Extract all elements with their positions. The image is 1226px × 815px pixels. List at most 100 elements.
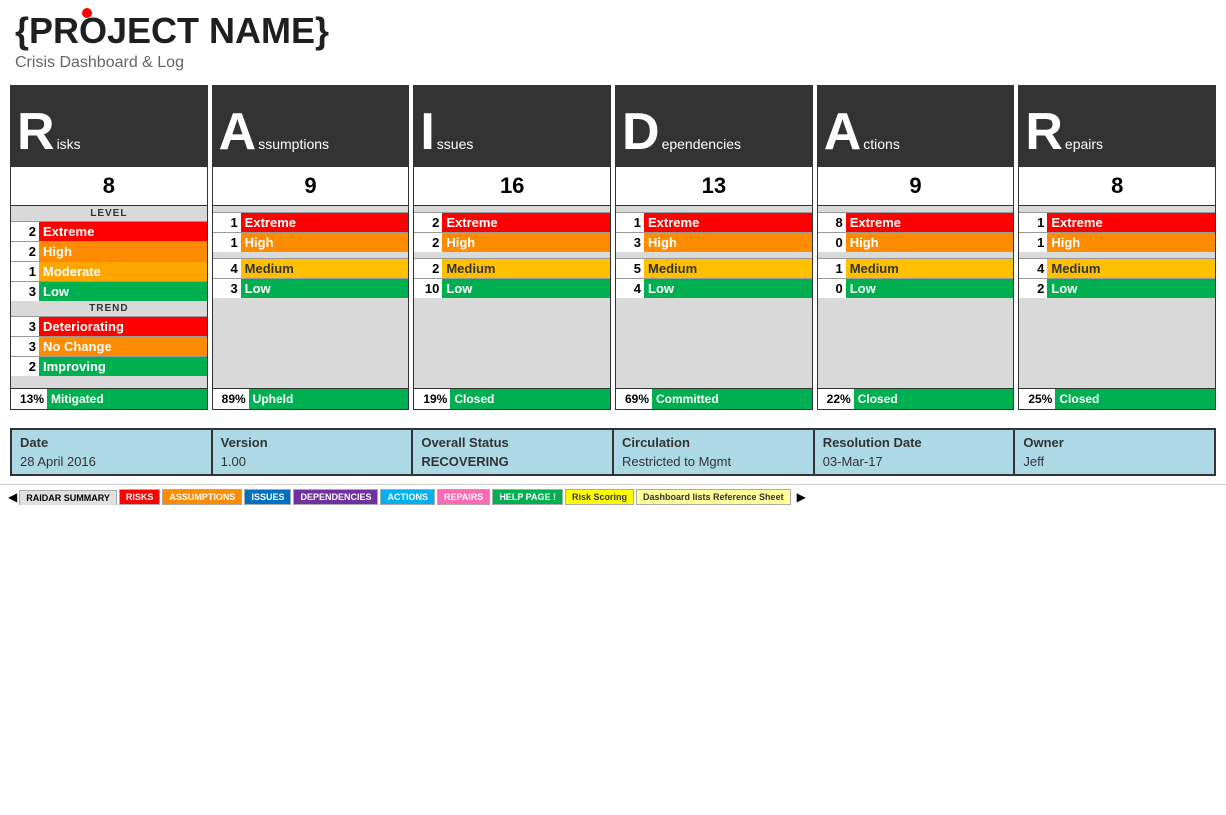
tab-issues[interactable]: ISSUES	[244, 489, 291, 505]
tab-help[interactable]: HELP PAGE !	[492, 489, 563, 505]
repairs-high-row: 1 High	[1019, 232, 1215, 252]
risks-low-row: 3 Low	[11, 281, 207, 301]
assumptions-extreme-label: Extreme	[241, 213, 409, 232]
risks-improving-count: 2	[11, 357, 39, 376]
dependencies-high-row: 3 High	[616, 232, 812, 252]
raidar-grid: R isks 8 LEVEL 2 Extreme 2 High 1 Modera…	[0, 77, 1226, 418]
info-resolution-label: Resolution Date	[821, 434, 1008, 451]
col-repairs-header: R epairs	[1019, 86, 1215, 166]
col-repairs-word: epairs	[1065, 136, 1103, 158]
tab-risks[interactable]: RISKS	[119, 489, 161, 505]
assumptions-high-label: High	[241, 233, 409, 252]
tab-dashboard-reference[interactable]: Dashboard lists Reference Sheet	[636, 489, 791, 505]
col-dependencies-letter: D	[622, 106, 660, 158]
actions-low-row: 0 Low	[818, 278, 1014, 298]
issues-medium-count: 2	[414, 259, 442, 278]
assumptions-high-row: 1 High	[213, 232, 409, 252]
col-risks: R isks 8 LEVEL 2 Extreme 2 High 1 Modera…	[10, 85, 208, 410]
info-date-cell: Date 28 April 2016	[12, 430, 213, 474]
info-circulation-cell: Circulation Restricted to Mgmt	[614, 430, 815, 474]
col-issues-header: I ssues	[414, 86, 610, 166]
assumptions-high-count: 1	[213, 233, 241, 252]
col-assumptions-count: 9	[213, 166, 409, 206]
info-circulation-value: Restricted to Mgmt	[620, 453, 807, 470]
dependencies-extreme-count: 1	[616, 213, 644, 232]
risks-extreme-row: 2 Extreme	[11, 221, 207, 241]
risks-pct-row: 13% Mitigated	[11, 388, 207, 409]
dependencies-pct-value: 69%	[616, 389, 652, 409]
actions-medium-row: 1 Medium	[818, 258, 1014, 278]
assumptions-low-row: 3 Low	[213, 278, 409, 298]
risks-extreme-label: Extreme	[39, 222, 207, 241]
dependencies-medium-row: 5 Medium	[616, 258, 812, 278]
issues-pct-label: Closed	[450, 389, 610, 409]
project-subtitle: Crisis Dashboard & Log	[15, 54, 1211, 72]
assumptions-medium-label: Medium	[241, 259, 409, 278]
repairs-medium-row: 4 Medium	[1019, 258, 1215, 278]
risks-high-row: 2 High	[11, 241, 207, 261]
col-assumptions-header: A ssumptions	[213, 86, 409, 166]
col-dependencies-header: D ependencies	[616, 86, 812, 166]
repairs-low-label: Low	[1047, 279, 1215, 298]
tab-raidar-summary[interactable]: RAIDAR SUMMARY	[19, 490, 117, 505]
col-risks-count: 8	[11, 166, 207, 206]
issues-extreme-row: 2 Extreme	[414, 212, 610, 232]
issues-low-row: 10 Low	[414, 278, 610, 298]
risks-level-label: LEVEL	[11, 206, 207, 221]
repairs-high-label: High	[1047, 233, 1215, 252]
issues-gray-fill	[414, 298, 610, 388]
actions-gray-fill	[818, 298, 1014, 388]
repairs-medium-count: 4	[1019, 259, 1047, 278]
risks-spacer	[11, 376, 207, 388]
info-version-value: 1.00	[219, 453, 406, 470]
risks-extreme-count: 2	[11, 222, 39, 241]
repairs-low-row: 2 Low	[1019, 278, 1215, 298]
nav-icon-right[interactable]: ▶	[797, 490, 806, 504]
col-actions: A ctions 9 8 Extreme 0 High 1 Medium 0 L…	[817, 85, 1015, 410]
risks-high-count: 2	[11, 242, 39, 261]
risks-improving-row: 2 Improving	[11, 356, 207, 376]
risks-low-count: 3	[11, 282, 39, 301]
col-actions-word: ctions	[863, 136, 900, 158]
col-actions-count: 9	[818, 166, 1014, 206]
repairs-extreme-count: 1	[1019, 213, 1047, 232]
nav-icon-left[interactable]: ◀	[8, 490, 17, 504]
assumptions-low-count: 3	[213, 279, 241, 298]
actions-high-count: 0	[818, 233, 846, 252]
actions-medium-label: Medium	[846, 259, 1014, 278]
info-status-label: Overall Status	[419, 434, 606, 451]
tab-bar: ◀ RAIDAR SUMMARY RISKS ASSUMPTIONS ISSUE…	[0, 484, 1226, 509]
dependencies-pct-label: Committed	[652, 389, 812, 409]
risks-deteriorating-label: Deteriorating	[39, 317, 207, 336]
repairs-high-count: 1	[1019, 233, 1047, 252]
actions-extreme-row: 8 Extreme	[818, 212, 1014, 232]
tab-risk-scoring[interactable]: Risk Scoring	[565, 489, 634, 505]
actions-extreme-label: Extreme	[846, 213, 1014, 232]
col-risks-letter: R	[17, 106, 55, 158]
tab-dependencies[interactable]: DEPENDENCIES	[293, 489, 378, 505]
tab-repairs[interactable]: REPAIRS	[437, 489, 490, 505]
risks-high-label: High	[39, 242, 207, 261]
col-actions-letter: A	[824, 106, 862, 158]
red-dot-indicator	[82, 8, 92, 18]
repairs-pct-label: Closed	[1055, 389, 1215, 409]
issues-medium-row: 2 Medium	[414, 258, 610, 278]
repairs-extreme-label: Extreme	[1047, 213, 1215, 232]
actions-pct-row: 22% Closed	[818, 388, 1014, 409]
dependencies-gray-fill	[616, 298, 812, 388]
actions-medium-count: 1	[818, 259, 846, 278]
risks-deteriorating-count: 3	[11, 317, 39, 336]
assumptions-extreme-row: 1 Extreme	[213, 212, 409, 232]
repairs-gray-fill	[1019, 298, 1215, 388]
assumptions-low-label: Low	[241, 279, 409, 298]
col-risks-word: isks	[57, 136, 81, 158]
risks-pct-label: Mitigated	[47, 389, 207, 409]
issues-high-label: High	[442, 233, 610, 252]
tab-assumptions[interactable]: ASSUMPTIONS	[162, 489, 242, 505]
tab-actions[interactable]: ACTIONS	[380, 489, 435, 505]
info-version-cell: Version 1.00	[213, 430, 414, 474]
assumptions-pct-row: 89% Upheld	[213, 388, 409, 409]
actions-extreme-count: 8	[818, 213, 846, 232]
dependencies-low-row: 4 Low	[616, 278, 812, 298]
col-issues-word: ssues	[437, 136, 474, 158]
